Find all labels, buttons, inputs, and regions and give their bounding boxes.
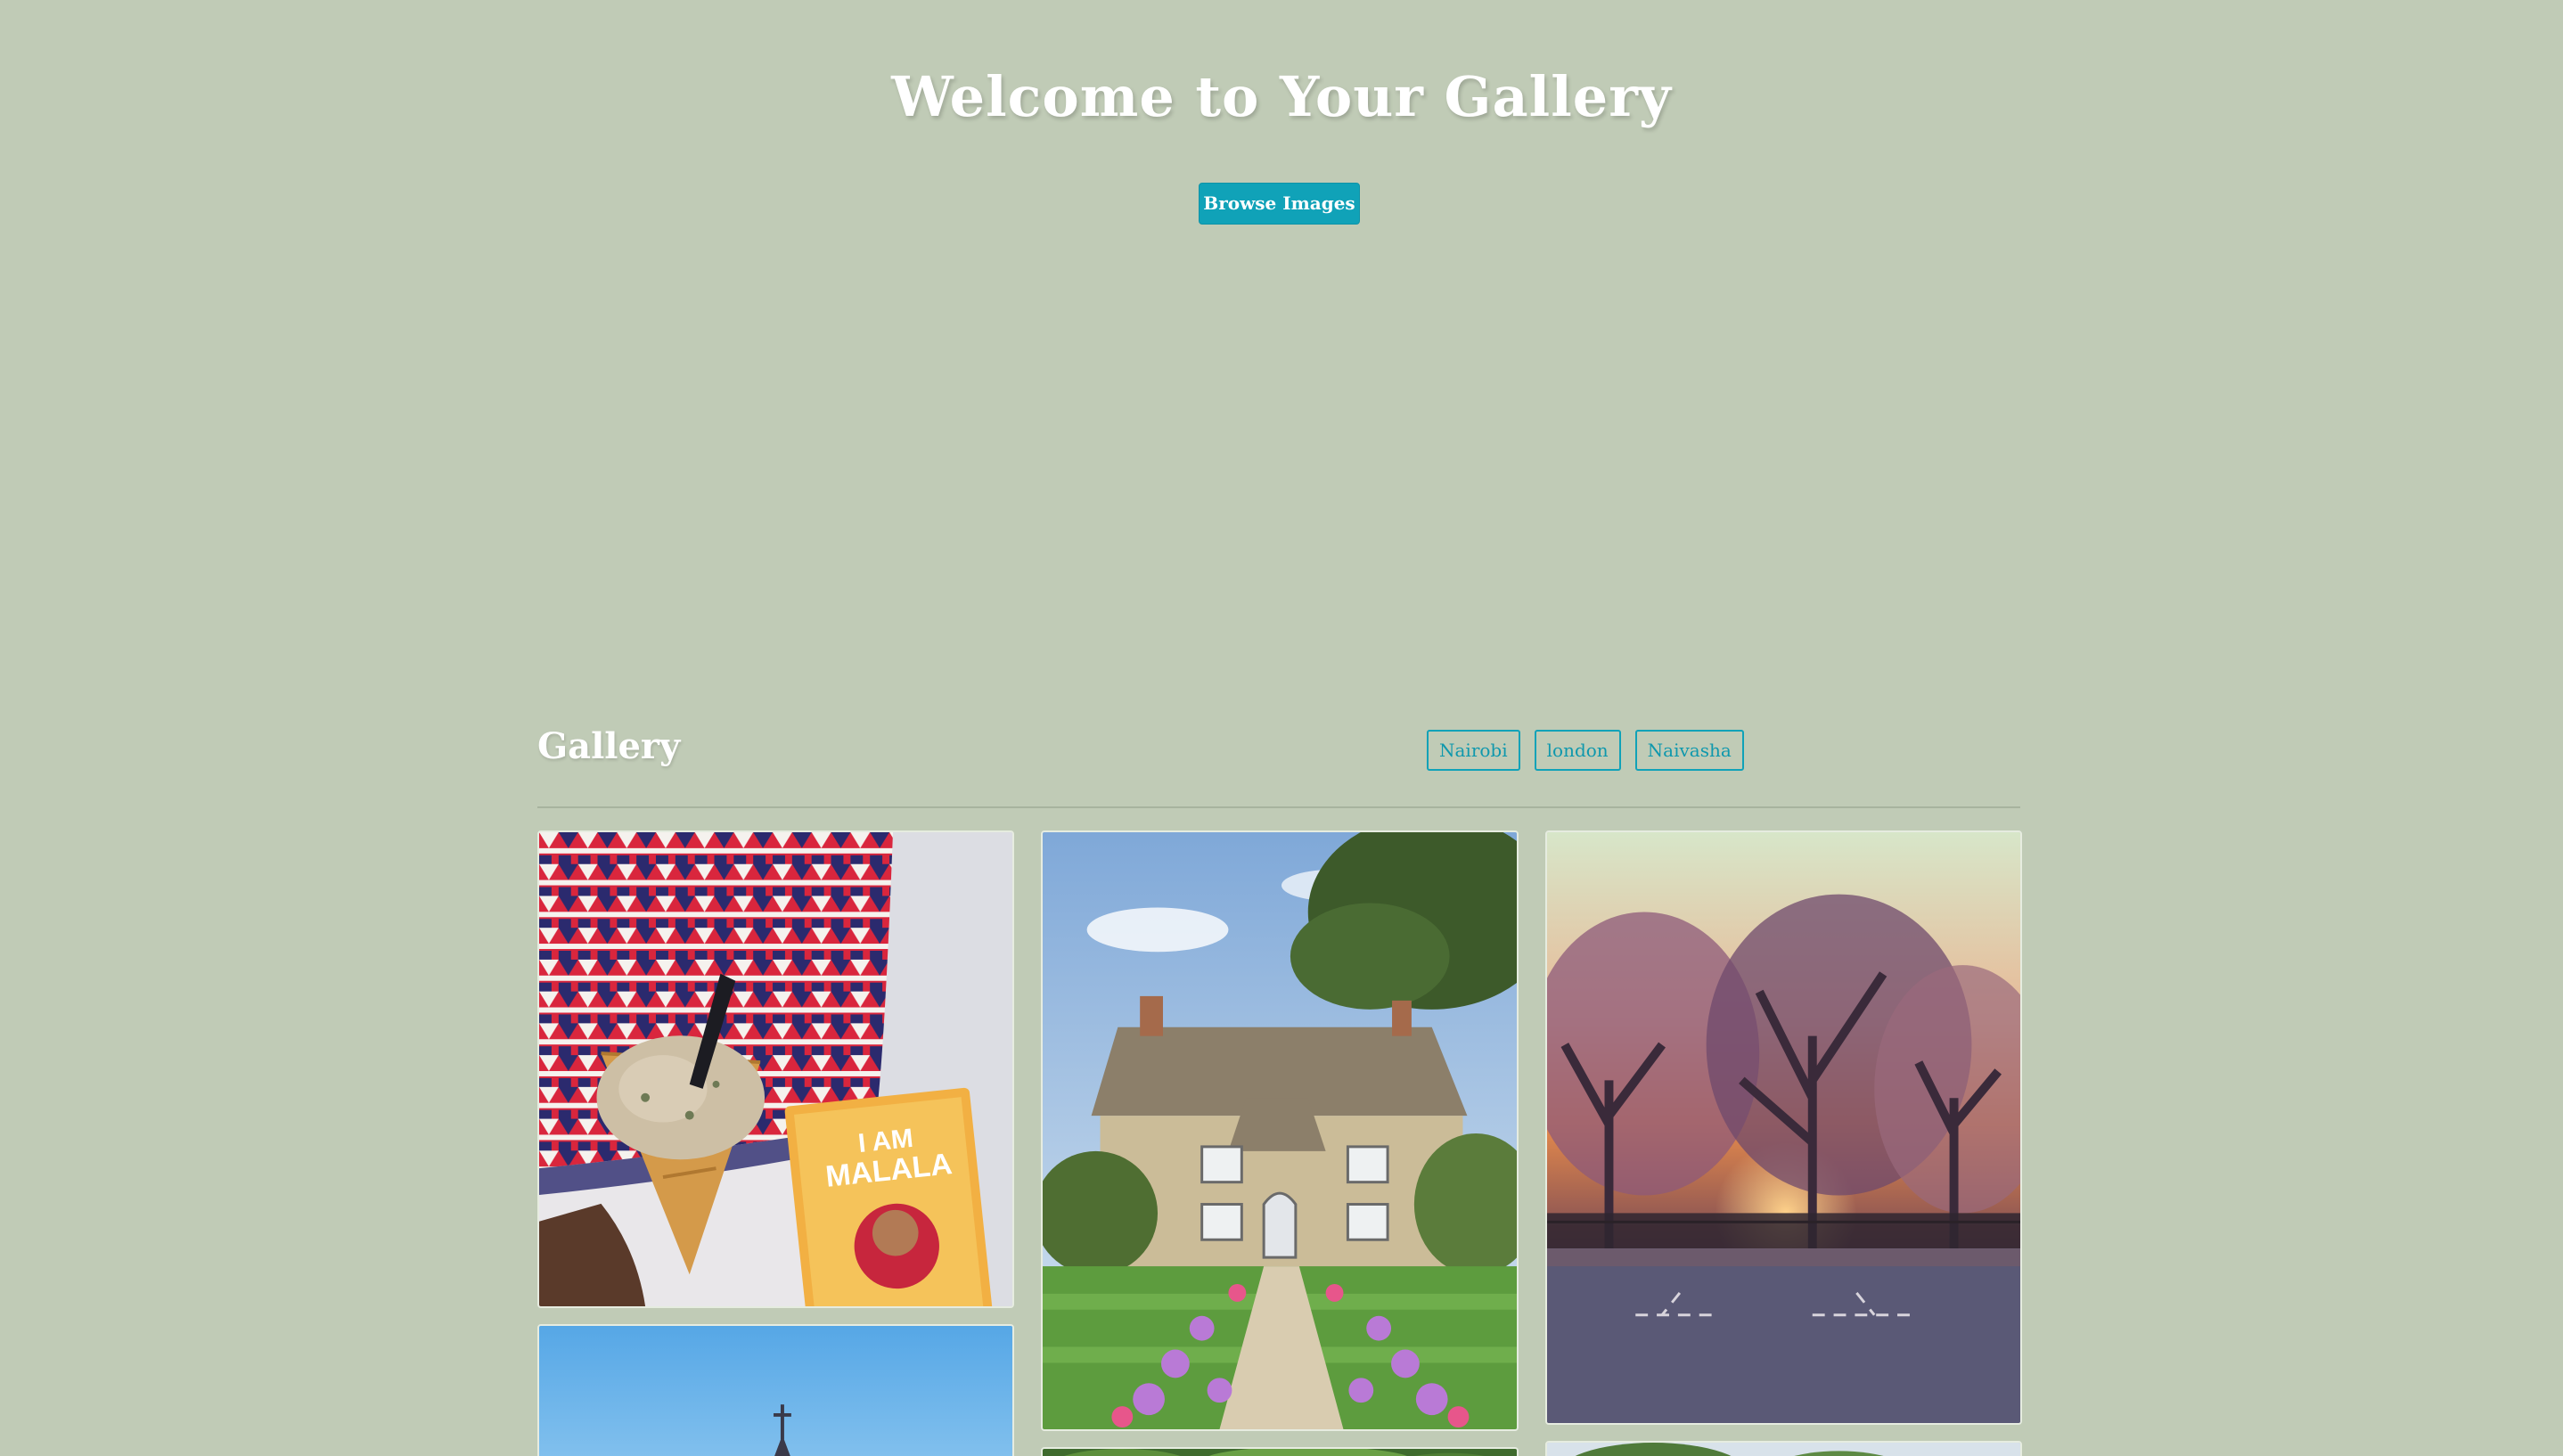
photo-sunset-trees[interactable] bbox=[1545, 830, 2022, 1425]
gallery-divider bbox=[537, 806, 2020, 808]
filter-nairobi-button[interactable]: Nairobi bbox=[1427, 730, 1520, 771]
photo-ice-cream-book[interactable]: I AM MALALA bbox=[537, 830, 1014, 1308]
hero-title: Welcome to Your Gallery bbox=[891, 64, 1672, 129]
gallery-title: Gallery bbox=[537, 725, 681, 767]
browse-images-button[interactable]: Browse Images bbox=[1199, 183, 1360, 225]
photo-church-sky[interactable] bbox=[537, 1324, 1014, 1456]
photo-trees-sky[interactable] bbox=[1545, 1441, 2022, 1456]
photo-cottage-garden[interactable] bbox=[1041, 830, 1519, 1431]
photo-foliage[interactable] bbox=[1041, 1447, 1519, 1456]
filter-naivasha-button[interactable]: Naivasha bbox=[1634, 730, 1744, 771]
filter-london-button[interactable]: london bbox=[1534, 730, 1621, 771]
filter-bar: Nairobi london Naivasha bbox=[1427, 730, 1744, 771]
